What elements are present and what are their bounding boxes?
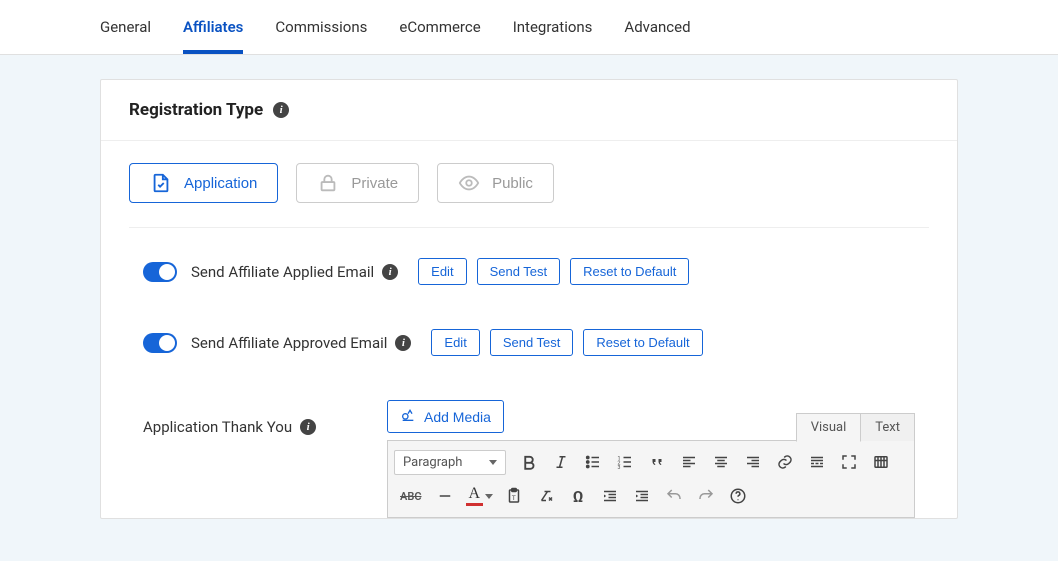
outdent-button[interactable] xyxy=(595,481,625,511)
applied-email-label: Send Affiliate Applied Email xyxy=(191,263,374,281)
panel-title: Registration Type xyxy=(129,100,263,120)
add-media-button[interactable]: Add Media xyxy=(387,400,504,433)
caret-down-icon xyxy=(489,460,497,465)
align-right-button[interactable] xyxy=(738,447,768,477)
lock-icon xyxy=(317,172,339,194)
reg-type-label: Private xyxy=(351,175,398,192)
editor-tab-text[interactable]: Text xyxy=(861,413,915,441)
tabs-nav: General Affiliates Commissions eCommerce… xyxy=(0,0,1058,55)
tab-ecommerce[interactable]: eCommerce xyxy=(399,0,480,54)
format-select-label: Paragraph xyxy=(403,455,462,470)
edit-applied-email-button[interactable]: Edit xyxy=(418,258,466,285)
text-color-button[interactable]: A xyxy=(462,486,498,506)
clear-formatting-button[interactable] xyxy=(531,481,561,511)
read-more-button[interactable] xyxy=(802,447,832,477)
text-color-icon: A xyxy=(466,486,484,506)
info-icon[interactable]: i xyxy=(382,264,398,280)
svg-text:3: 3 xyxy=(618,465,621,471)
eye-icon xyxy=(458,172,480,194)
tab-integrations[interactable]: Integrations xyxy=(513,0,593,54)
align-center-button[interactable] xyxy=(706,447,736,477)
editor-toolbar: Paragraph 123 xyxy=(387,440,915,518)
toggle-applied-email[interactable] xyxy=(143,262,177,282)
application-icon xyxy=(150,172,172,194)
approved-email-label: Send Affiliate Approved Email xyxy=(191,334,387,352)
reset-approved-button[interactable]: Reset to Default xyxy=(583,329,702,356)
email-approved-row: Send Affiliate Approved Email i Edit Sen… xyxy=(129,299,929,370)
panel-header: Registration Type i xyxy=(101,80,957,141)
paste-text-button[interactable]: T xyxy=(499,481,529,511)
toggle-approved-email[interactable] xyxy=(143,333,177,353)
caret-down-icon xyxy=(485,494,493,499)
editor-tab-visual[interactable]: Visual xyxy=(796,413,862,442)
reg-type-private[interactable]: Private xyxy=(296,163,419,203)
toolbar-toggle-button[interactable] xyxy=(866,447,896,477)
tab-commissions[interactable]: Commissions xyxy=(275,0,367,54)
reg-type-label: Public xyxy=(492,175,533,192)
editor-mode-tabs: Visual Text xyxy=(796,413,915,441)
link-button[interactable] xyxy=(770,447,800,477)
info-icon[interactable]: i xyxy=(395,335,411,351)
horizontal-rule-button[interactable] xyxy=(430,481,460,511)
redo-button[interactable] xyxy=(691,481,721,511)
reg-type-label: Application xyxy=(184,175,257,192)
undo-button[interactable] xyxy=(659,481,689,511)
numbered-list-button[interactable]: 123 xyxy=(610,447,640,477)
reset-applied-button[interactable]: Reset to Default xyxy=(570,258,689,285)
help-button[interactable] xyxy=(723,481,753,511)
format-select[interactable]: Paragraph xyxy=(394,450,506,475)
thank-you-label: Application Thank You xyxy=(143,418,292,436)
fullscreen-button[interactable] xyxy=(834,447,864,477)
media-icon xyxy=(400,407,416,426)
bold-button[interactable] xyxy=(514,447,544,477)
blockquote-button[interactable] xyxy=(642,447,672,477)
indent-button[interactable] xyxy=(627,481,657,511)
reg-type-application[interactable]: Application xyxy=(129,163,278,203)
send-test-approved-button[interactable]: Send Test xyxy=(490,329,574,356)
email-applied-row: Send Affiliate Applied Email i Edit Send… xyxy=(129,228,929,299)
italic-button[interactable] xyxy=(546,447,576,477)
edit-approved-email-button[interactable]: Edit xyxy=(431,329,479,356)
tab-affiliates[interactable]: Affiliates xyxy=(183,0,243,54)
send-test-applied-button[interactable]: Send Test xyxy=(477,258,561,285)
thank-you-editor-row: Application Thank You i xyxy=(129,370,929,518)
tab-advanced[interactable]: Advanced xyxy=(624,0,690,54)
align-left-button[interactable] xyxy=(674,447,704,477)
tab-general[interactable]: General xyxy=(100,0,151,54)
info-icon[interactable]: i xyxy=(300,419,316,435)
add-media-label: Add Media xyxy=(424,409,491,425)
bulleted-list-button[interactable] xyxy=(578,447,608,477)
info-icon[interactable]: i xyxy=(273,102,289,118)
reg-type-public[interactable]: Public xyxy=(437,163,554,203)
settings-panel: Registration Type i Application xyxy=(100,79,958,519)
svg-text:T: T xyxy=(512,494,516,502)
special-char-button[interactable]: Ω xyxy=(563,481,593,511)
strikethrough-button[interactable]: ABC xyxy=(394,481,428,511)
registration-type-group: Application Private xyxy=(129,163,929,228)
